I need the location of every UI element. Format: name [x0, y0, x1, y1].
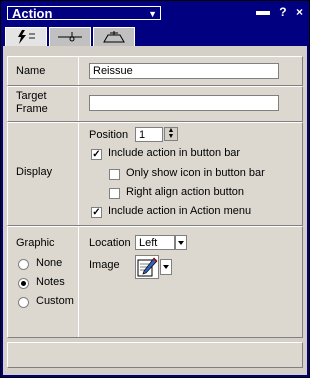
- action-properties-window: Action ▼ ? × Name Reissue Target Frame D…: [0, 0, 310, 378]
- image-label: Image: [89, 259, 120, 271]
- target-label-line2: Frame: [16, 103, 48, 115]
- bottom-strip: [7, 342, 303, 368]
- hat-icon: [103, 31, 125, 43]
- only-icon-label: Only show icon in button bar: [126, 167, 265, 179]
- radio-notes-label: Notes: [36, 276, 65, 288]
- help-icon[interactable]: ?: [279, 5, 286, 19]
- include-action-menu-label: Include action in Action menu: [108, 205, 252, 217]
- target-label-line1: Target: [16, 90, 47, 102]
- graphic-row: Graphic None Notes Custom Location Left …: [7, 226, 303, 338]
- window-title: Action: [12, 6, 53, 21]
- radio-custom-label: Custom: [36, 295, 74, 307]
- title-dropdown[interactable]: Action ▼: [7, 6, 161, 21]
- position-label: Position: [89, 129, 129, 141]
- name-row: Name Reissue: [7, 56, 303, 86]
- tab-basics[interactable]: [5, 27, 47, 46]
- pencil-icon: [137, 257, 158, 277]
- pin-icon: [58, 32, 82, 42]
- title-bar: Action ▼ ? ×: [3, 3, 307, 24]
- right-align-label: Right align action button: [126, 186, 245, 198]
- include-button-bar-label: Include action in button bar: [108, 147, 241, 159]
- display-label: Display: [16, 166, 53, 178]
- minimize-icon[interactable]: [250, 5, 270, 19]
- close-icon[interactable]: ×: [296, 5, 303, 19]
- image-picker[interactable]: [135, 255, 159, 279]
- checkbox-include-action-menu[interactable]: ✓: [91, 207, 102, 218]
- name-label: Name: [16, 65, 46, 77]
- checkbox-only-icon[interactable]: [109, 169, 120, 180]
- position-input[interactable]: 1: [135, 127, 163, 142]
- position-spinner[interactable]: ▲ ▼: [164, 127, 178, 141]
- radio-notes[interactable]: [18, 278, 29, 289]
- location-select[interactable]: Left: [135, 235, 175, 250]
- display-row: Display Position 1 ▲ ▼ ✓ Include action i…: [7, 122, 303, 226]
- radio-custom[interactable]: [18, 297, 29, 308]
- location-dropdown-button[interactable]: [175, 235, 187, 250]
- target-frame-row: Target Frame: [7, 86, 303, 122]
- tab-strip: [3, 24, 307, 46]
- tab-advanced[interactable]: [93, 27, 135, 46]
- location-label: Location: [89, 237, 131, 249]
- lightning-icon: [18, 30, 35, 44]
- image-dropdown-button[interactable]: [160, 259, 172, 275]
- graphic-label: Graphic: [16, 237, 55, 249]
- checkbox-right-align[interactable]: [109, 188, 120, 199]
- radio-none[interactable]: [18, 259, 29, 270]
- tab-info[interactable]: [49, 27, 91, 46]
- name-input[interactable]: Reissue: [89, 63, 279, 79]
- properties-panel: Name Reissue Target Frame Display Positi…: [3, 46, 307, 375]
- radio-none-label: None: [36, 257, 63, 269]
- target-frame-input[interactable]: [89, 95, 279, 111]
- chevron-down-icon: ▼: [148, 9, 157, 19]
- checkbox-include-button-bar[interactable]: ✓: [91, 149, 102, 160]
